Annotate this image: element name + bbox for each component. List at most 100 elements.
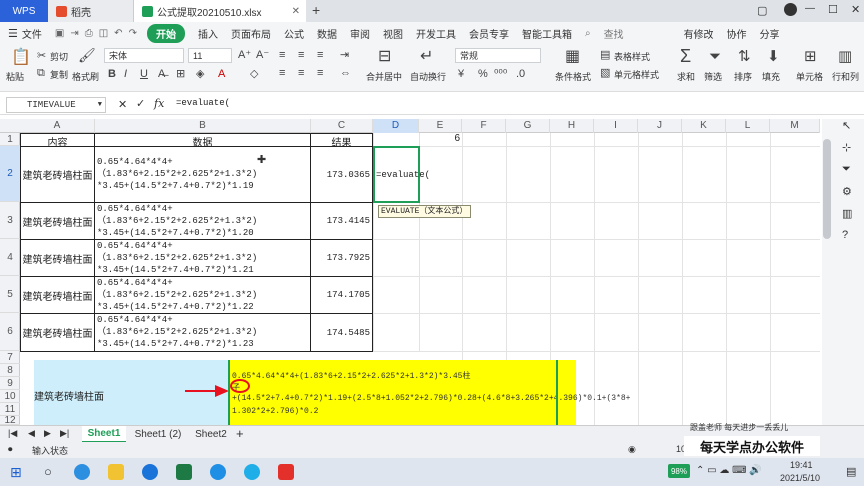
clear-icon[interactable]: ◇	[250, 69, 258, 80]
notification-icon[interactable]: ▤	[846, 465, 856, 478]
menu-view[interactable]: 视图	[383, 26, 403, 41]
distribute-icon[interactable]: ⇔	[340, 68, 351, 79]
hamburger-icon[interactable]: ☰	[8, 27, 18, 40]
fill-button[interactable]: 填充	[762, 70, 780, 83]
sheet-tab-active[interactable]: Sheet1	[82, 426, 126, 443]
align-bottom-icon[interactable]: ≡	[317, 50, 323, 61]
active-cell-d2[interactable]: =evaluate(	[373, 146, 430, 203]
menu-home[interactable]: 开始	[146, 23, 185, 43]
column-header[interactable]: A	[20, 119, 95, 133]
indent-icon[interactable]: ⇥	[340, 50, 349, 61]
maximize-icon[interactable]: ☐	[828, 3, 838, 16]
conditional-format-button[interactable]: 条件格式	[555, 70, 591, 83]
search-taskbar-icon[interactable]: ○	[44, 464, 52, 479]
merge-center-button[interactable]: 合并居中	[366, 70, 402, 83]
currency-icon[interactable]: ¥	[458, 69, 464, 80]
cancel-icon[interactable]: ✕	[118, 98, 127, 111]
clock-date[interactable]: 2021/5/10	[780, 473, 820, 483]
table-cell-result[interactable]: 173.7925	[311, 240, 373, 277]
ie-icon[interactable]	[244, 464, 260, 480]
header-cell-content[interactable]: 内容	[20, 133, 95, 147]
edge-icon[interactable]	[74, 464, 90, 480]
cell-style-button[interactable]: 单元格样式	[614, 68, 659, 81]
menu-smart-toolbox[interactable]: 智能工具箱	[522, 26, 572, 41]
print-icon[interactable]: ⎙	[85, 28, 93, 39]
thousands-icon[interactable]: ⁰⁰⁰	[494, 69, 507, 80]
table-cell-content[interactable]: 建筑老砖墙柱面	[20, 147, 95, 203]
row-header[interactable]: 9	[0, 377, 20, 390]
status-macro-icon[interactable]: ⏺	[8, 444, 13, 455]
function-tooltip[interactable]: EVALUATE（文本公式）	[378, 205, 471, 218]
close-icon[interactable]: ✕	[851, 3, 860, 16]
strikethrough-icon[interactable]: A̶	[158, 69, 165, 80]
avatar[interactable]	[784, 3, 797, 16]
row-header[interactable]: 3	[0, 202, 20, 239]
table-cell-result[interactable]: 174.1705	[311, 277, 373, 314]
column-header[interactable]: I	[594, 119, 638, 133]
header-cell-result[interactable]: 结果	[311, 133, 373, 147]
menu-page-layout[interactable]: 页面布局	[231, 26, 271, 41]
table-cell-data[interactable]: 0.65*4.64*4*4+ （1.83*6+2.15*2+2.625*2+1.…	[95, 277, 311, 314]
tab-close-icon[interactable]: ✕	[292, 6, 300, 17]
folder-icon[interactable]	[108, 464, 124, 480]
last-sheet-icon[interactable]: ▶|	[60, 428, 69, 439]
add-sheet-button[interactable]: +	[236, 426, 244, 441]
search-label[interactable]: 查找	[604, 26, 624, 41]
cell-button[interactable]: 单元格	[796, 70, 823, 83]
tab-active-file[interactable]: 公式提取20210510.xlsx ✕	[134, 0, 306, 22]
vertical-scrollbar[interactable]	[823, 139, 831, 239]
sheet-tab[interactable]: Sheet1 (2)	[130, 426, 186, 443]
grow-font-icon[interactable]: A⁺	[238, 50, 251, 61]
tab-daoke[interactable]: 稻壳	[48, 0, 134, 22]
paste-icon[interactable]: 📋	[11, 50, 31, 66]
sheet-tab[interactable]: Sheet2	[190, 426, 232, 443]
format-icon[interactable]: ⊹	[842, 141, 851, 154]
column-header[interactable]: G	[506, 119, 550, 133]
chart-icon[interactable]: ▥	[842, 207, 852, 220]
menu-file[interactable]: 文件	[22, 26, 42, 41]
wps-taskbar-icon[interactable]	[278, 464, 294, 480]
align-center-icon[interactable]: ≡	[298, 68, 304, 79]
table-cell-data[interactable]: 0.65*4.64*4*4+ （1.83*6+2.15*2+2.625*2+1.…	[95, 203, 311, 240]
layout-icon[interactable]: ▢	[757, 4, 767, 17]
battery-badge[interactable]: 98%	[668, 464, 690, 478]
fx-icon[interactable]: fx	[154, 97, 164, 110]
copy-button[interactable]: 复制	[50, 68, 68, 81]
table-cell-result[interactable]: 174.5485	[311, 314, 373, 352]
format-painter-button[interactable]: 格式刷	[72, 70, 99, 83]
table-cell-content[interactable]: 建筑老砖墙柱面	[20, 277, 95, 314]
row-header[interactable]: 8	[0, 364, 20, 377]
clock-app-icon[interactable]	[142, 464, 158, 480]
menu-formula[interactable]: 公式	[284, 26, 304, 41]
menu-data[interactable]: 数据	[317, 26, 337, 41]
first-sheet-icon[interactable]: |◀	[8, 428, 17, 439]
next-sheet-icon[interactable]: ▶	[44, 428, 51, 439]
column-header[interactable]: F	[462, 119, 506, 133]
help-icon[interactable]: ?	[842, 229, 848, 241]
table-cell-result[interactable]: 173.0365	[311, 147, 373, 203]
search-icon[interactable]: ⌕	[585, 28, 591, 39]
underline-icon[interactable]: U	[140, 69, 148, 80]
confirm-icon[interactable]: ✓	[136, 97, 145, 110]
column-header[interactable]: M	[770, 119, 820, 133]
row-header[interactable]: 12	[0, 415, 20, 426]
menu-review[interactable]: 审阅	[350, 26, 370, 41]
menu-developer[interactable]: 开发工具	[416, 26, 456, 41]
sum-button[interactable]: 求和	[677, 70, 695, 83]
row-header[interactable]: 7	[0, 351, 20, 364]
table-cell-data[interactable]: 0.65*4.64*4*4+ （1.83*6+2.15*2+2.625*2+1.…	[95, 314, 311, 352]
table-style-button[interactable]: 表格样式	[614, 50, 650, 63]
row-header[interactable]: 5	[0, 276, 20, 313]
minimize-icon[interactable]: —	[805, 3, 815, 14]
formula-input[interactable]: =evaluate(	[176, 98, 230, 108]
row-header[interactable]: 10	[0, 390, 20, 403]
save-icon[interactable]: ▣	[55, 28, 64, 39]
column-header[interactable]: B	[95, 119, 311, 133]
column-header[interactable]: L	[726, 119, 770, 133]
column-header[interactable]: K	[682, 119, 726, 133]
tray-icons[interactable]: ⌃ ▭ ☁ ⌨ 🔊	[696, 465, 762, 476]
table-cell-result[interactable]: 173.4145	[311, 203, 373, 240]
bold-icon[interactable]: B	[108, 69, 116, 80]
table-cell-data[interactable]: 0.65*4.64*4*4+ （1.83*6+2.15*2+2.625*2+1.…	[95, 240, 311, 277]
table-cell-content[interactable]: 建筑老砖墙柱面	[20, 203, 95, 240]
